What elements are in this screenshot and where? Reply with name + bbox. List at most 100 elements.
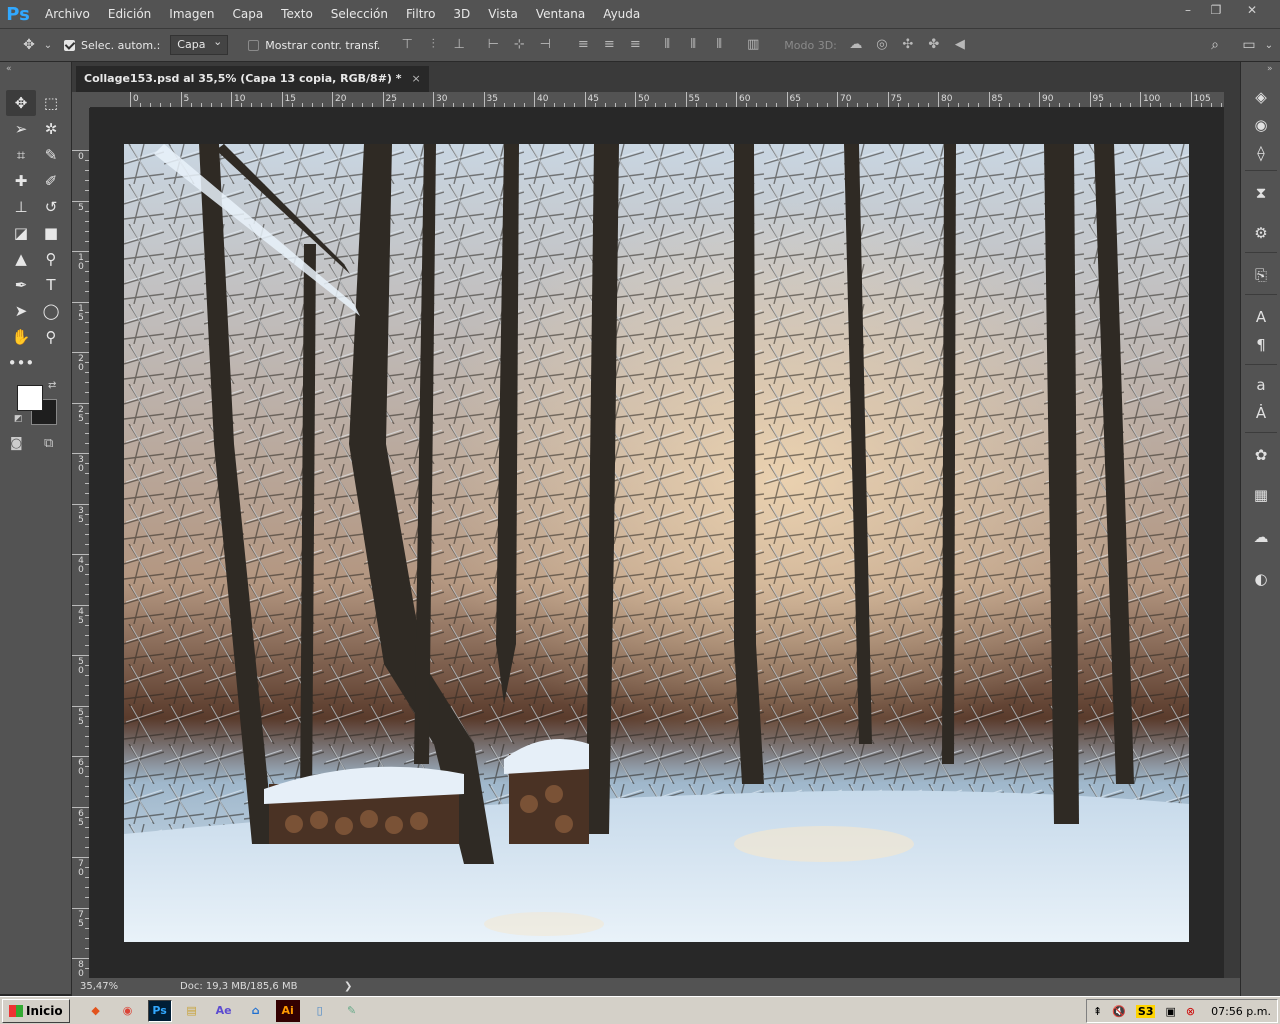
distribute-right-icon[interactable]: ⦀ (706, 35, 732, 55)
slide-3d-icon[interactable]: ✤ (921, 35, 947, 55)
properties-icon[interactable]: ⚙ (1249, 222, 1273, 244)
character-styles-icon[interactable]: a (1249, 374, 1273, 396)
ruler-origin[interactable] (72, 92, 90, 108)
restore-icon[interactable]: ❐ (1202, 0, 1230, 20)
menu-capa[interactable]: Capa (223, 0, 272, 28)
chrome-icon[interactable]: ◉ (116, 1000, 140, 1022)
clock[interactable]: 07:56 p.m. (1211, 1005, 1271, 1018)
tray-alert-icon[interactable]: ⊗ (1186, 1005, 1195, 1018)
history-brush-tool-icon[interactable]: ↺ (36, 194, 66, 220)
ellipse-tool-icon[interactable]: ◯ (36, 298, 66, 324)
explorer-icon[interactable]: ▤ (180, 1000, 204, 1022)
vertical-ruler[interactable]: 0 5 10 15 20 25 30 35 40 45 50 55 60 65 70 75 80 (72, 108, 90, 978)
auto-select-target-dropdown[interactable]: Capa (170, 33, 229, 55)
more-tools-icon[interactable]: ••• (6, 350, 36, 376)
zoom-level[interactable]: 35,47% (80, 978, 118, 996)
auto-select-checkbox[interactable] (64, 39, 75, 51)
layers-icon[interactable]: ◈ (1249, 86, 1273, 108)
paint-icon[interactable]: ✎ (340, 1000, 364, 1022)
libraries-icon[interactable]: ☁ (1249, 526, 1273, 548)
lasso-tool-icon[interactable]: ➢ (6, 116, 36, 142)
menu-edicion[interactable]: Edición (99, 0, 160, 28)
menu-imagen[interactable]: Imagen (160, 0, 223, 28)
menu-texto[interactable]: Texto (272, 0, 322, 28)
grid-icon[interactable]: ▦ (1249, 484, 1273, 506)
clone-source-icon[interactable]: ⎘ (1249, 264, 1273, 286)
paths-icon[interactable]: ⟠ (1249, 142, 1273, 164)
close-icon[interactable]: ✕ (1238, 0, 1266, 20)
onedrive-icon[interactable]: ⌂ (244, 1000, 268, 1022)
hand-tool-icon[interactable]: ✋ (6, 324, 36, 350)
crop-tool-icon[interactable]: ⌗ (6, 142, 36, 168)
close-tab-icon[interactable]: × (412, 66, 421, 92)
swap-colors-icon[interactable]: ⇄ (48, 380, 56, 391)
zoom-tool-icon[interactable]: ⚲ (36, 324, 66, 350)
eraser-tool-icon[interactable]: ◪ (6, 220, 36, 246)
path-selection-tool-icon[interactable]: ➤ (6, 298, 36, 324)
illustrator-icon[interactable]: Ai (275, 999, 300, 1022)
tray-volume-icon[interactable]: 🔇 (1112, 1005, 1126, 1018)
photoshop-icon[interactable]: Ps (147, 999, 172, 1022)
move-tool-icon[interactable]: ✥ (6, 90, 36, 116)
collapse-tools-icon[interactable]: « (6, 64, 12, 74)
drag-3d-icon[interactable]: ✣ (895, 35, 921, 55)
foreground-color-swatch[interactable] (17, 385, 43, 411)
auto-align-icon[interactable]: ▥ (740, 35, 766, 55)
align-hcenter-icon[interactable]: ⊹ (506, 35, 532, 55)
menu-ayuda[interactable]: Ayuda (594, 0, 649, 28)
tool-preset-chevron-icon[interactable]: ⌄ (42, 40, 54, 51)
eyedropper-tool-icon[interactable]: ✎ (36, 142, 66, 168)
canvas-image[interactable] (124, 144, 1189, 942)
quick-mask-icon[interactable]: ◙ (10, 436, 23, 451)
menu-filtro[interactable]: Filtro (397, 0, 444, 28)
right-scroll-gutter[interactable] (1224, 92, 1240, 978)
menu-ventana[interactable]: Ventana (527, 0, 594, 28)
channels-icon[interactable]: ◉ (1249, 114, 1273, 136)
pen-tool-icon[interactable]: ✒ (6, 272, 36, 298)
align-top-icon[interactable]: ⊤ (394, 35, 420, 55)
align-right-icon[interactable]: ⊣ (532, 35, 558, 55)
tray-expand-icon[interactable]: ⇞ (1093, 1005, 1102, 1018)
start-button[interactable]: Inicio (2, 998, 70, 1023)
menu-3d[interactable]: 3D (444, 0, 479, 28)
align-vcenter-icon[interactable]: ⫶ (420, 35, 446, 55)
paragraph-icon[interactable]: ¶ (1249, 334, 1273, 356)
magic-wand-tool-icon[interactable]: ✲ (36, 116, 66, 142)
adjustments-icon[interactable]: ◐ (1249, 568, 1273, 590)
minimize-icon[interactable]: – (1174, 0, 1202, 20)
gradient-tool-icon[interactable]: ■ (36, 220, 66, 246)
distribute-bottom-icon[interactable]: ≡ (622, 35, 648, 55)
horizontal-ruler[interactable]: 0 5 10 15 20 25 30 35 40 45 50 55 60 65 70 75 80 85 90 95 10… (90, 92, 1224, 108)
swatches-icon[interactable]: ✿ (1249, 444, 1273, 466)
brave-icon[interactable]: ◆ (84, 1000, 108, 1022)
align-bottom-icon[interactable]: ⊥ (446, 35, 472, 55)
align-left-icon[interactable]: ⊢ (480, 35, 506, 55)
menu-archivo[interactable]: Archivo (36, 0, 99, 28)
clone-stamp-tool-icon[interactable]: ⊥ (6, 194, 36, 220)
tray-network-icon[interactable]: ▣ (1165, 1005, 1175, 1018)
workspace-chevron-icon[interactable]: ⌄ (1262, 40, 1276, 51)
orbit-3d-icon[interactable]: ☁ (843, 35, 869, 55)
marquee-tool-icon[interactable]: ⬚ (36, 90, 66, 116)
notepad-icon[interactable]: ▯ (308, 1000, 332, 1022)
menu-seleccion[interactable]: Selección (322, 0, 397, 28)
scale-3d-icon[interactable]: ◀ (947, 35, 973, 55)
menu-vista[interactable]: Vista (479, 0, 527, 28)
character-icon[interactable]: A (1249, 306, 1273, 328)
healing-brush-tool-icon[interactable]: ✚ (6, 168, 36, 194)
type-tool-icon[interactable]: T (36, 272, 66, 298)
roll-3d-icon[interactable]: ◎ (869, 35, 895, 55)
brush-tool-icon[interactable]: ✐ (36, 168, 66, 194)
distribute-hcenter-icon[interactable]: ⦀ (680, 35, 706, 55)
document-tab[interactable]: Collage153.psd al 35,5% (Capa 13 copia, … (76, 66, 429, 92)
workspace-icon[interactable]: ▭ (1236, 37, 1262, 53)
show-transform-checkbox[interactable] (248, 39, 260, 51)
distribute-left-icon[interactable]: ⦀ (654, 35, 680, 55)
blur-tool-icon[interactable]: ▲ (6, 246, 36, 272)
distribute-vcenter-icon[interactable]: ≡ (596, 35, 622, 55)
after-effects-icon[interactable]: Ae (212, 1000, 236, 1022)
canvas-area[interactable] (90, 108, 1224, 978)
default-colors-icon[interactable]: ◩ (14, 414, 23, 424)
search-icon[interactable]: ⌕ (1202, 37, 1228, 53)
move-tool-icon[interactable]: ✥ (16, 37, 42, 53)
